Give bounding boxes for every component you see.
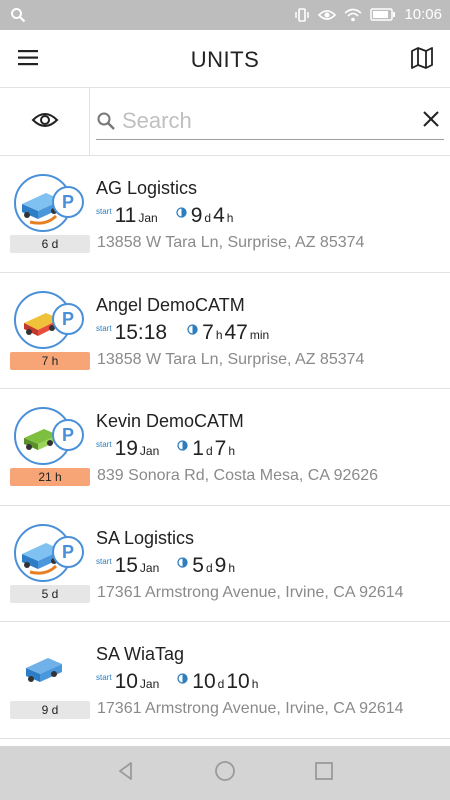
duration-2-unit: h (251, 677, 259, 691)
start-value: 11 (114, 204, 137, 227)
duration-1-unit: d (205, 560, 213, 575)
duration-1-unit: h (215, 327, 223, 342)
home-icon[interactable] (214, 760, 236, 787)
unit-name: Angel DemoCATM (96, 294, 245, 315)
start-value: 15 (114, 553, 138, 577)
status-bar: 10:06 (0, 0, 450, 30)
duration-2-value: 4 (213, 204, 225, 227)
app-bar: UNITS (0, 30, 450, 88)
duration-icon (187, 323, 198, 335)
duration-2-unit: h (226, 211, 234, 225)
back-icon[interactable] (116, 761, 136, 786)
unit-times: start 10 Jan 10 d 10 h (96, 670, 258, 696)
start-value: 10 (114, 670, 138, 693)
start-unit: Jan (138, 211, 158, 225)
duration-2-value: 10 (226, 670, 250, 693)
units-list: P6 d AG Logistics start 11 Jan 9 d 4 h 13858 W Ta… (0, 156, 450, 746)
start-unit: Jan (139, 560, 160, 575)
duration-1-value: 5 (192, 553, 204, 577)
unit-address: 13858 W Tara Ln, Surprise, AZ 85374 (97, 234, 365, 251)
unit-times: start 19 Jan 1 d 7 h (96, 437, 235, 463)
wifi-icon (344, 8, 362, 22)
list-item[interactable]: P 6 d AG Logistics start 11 Jan 9 d 4 h 13858 W Ta… (0, 156, 450, 273)
unit-times: start 11 Jan 9 d 4 h (96, 204, 233, 230)
status-badge: 9 d (10, 701, 90, 719)
unit-avatar: P (14, 523, 84, 582)
duration-1-value: 7 (202, 320, 214, 344)
start-label: start (96, 673, 112, 682)
duration-1-value: 9 (190, 204, 203, 227)
search-input[interactable] (122, 106, 412, 136)
status-badge: 21 h (10, 468, 90, 486)
unit-times: start 15:18 7 h 47 min (96, 321, 269, 347)
system-nav-bar (0, 746, 450, 800)
eye-icon (318, 8, 337, 22)
duration-icon (176, 207, 187, 218)
list-item[interactable]: P 7 h Angel DemoCATM start 15:18 7 h 47 min 13858… (0, 272, 450, 389)
unit-avatar: P (14, 290, 84, 349)
unit-address: 839 Sonora Rd, Costa Mesa, CA 92626 (97, 467, 379, 484)
unit-name: SA WiaTag (96, 644, 185, 664)
unit-address: 13858 W Tara Ln, Surprise, AZ 85374 (97, 350, 365, 368)
unit-name: AG Logistics (96, 178, 198, 198)
parking-icon: P (52, 186, 84, 218)
unit-avatar (14, 640, 76, 698)
unit-times: start 15 Jan 5 d 9 h (96, 554, 235, 580)
blue-van-icon (14, 640, 72, 698)
duration-2-unit: h (228, 444, 236, 458)
start-value: 19 (114, 437, 138, 460)
battery-icon (370, 8, 396, 21)
status-time: 10:06 (404, 6, 442, 23)
start-unit: Jan (139, 444, 160, 458)
duration-icon (177, 673, 188, 684)
start-label: start (96, 323, 112, 333)
duration-icon (177, 556, 188, 568)
duration-icon (177, 440, 188, 451)
status-badge: 6 d (10, 235, 90, 253)
page-title: UNITS (190, 47, 260, 72)
duration-2-unit: h (228, 560, 236, 575)
start-value: 15:18 (114, 320, 168, 344)
unit-address: 17361 Armstrong Avenue, Irvine, CA 92614 (97, 700, 404, 717)
duration-1-unit: d (205, 444, 213, 458)
list-item[interactable]: P 5 d SA Logistics start 15 Jan 5 d 9 h 17361 Arms… (0, 505, 450, 622)
eye-icon (31, 110, 59, 135)
close-icon[interactable] (422, 110, 440, 133)
duration-2-unit: min (249, 327, 270, 342)
list-item[interactable]: P 21 h Kevin DemoCATM start 19 Jan 1 d 7 h 839 Son… (0, 389, 450, 506)
parking-icon: P (52, 302, 84, 335)
parking-icon: P (52, 419, 84, 451)
unit-name: Kevin DemoCATM (96, 411, 244, 431)
status-badge: 5 d (10, 584, 90, 603)
unit-avatar: P (14, 174, 84, 232)
unit-name: SA Logistics (96, 527, 195, 548)
visibility-toggle-button[interactable] (0, 88, 90, 156)
duration-2-value: 7 (214, 437, 227, 460)
duration-1-value: 10 (192, 670, 216, 693)
search-icon (96, 111, 116, 136)
list-item[interactable]: 9 d SA WiaTag start 10 Jan 10 d 10 h 17361 Armstr… (0, 622, 450, 739)
parking-icon: P (52, 535, 84, 568)
start-unit: Jan (139, 677, 160, 691)
start-label: start (96, 207, 112, 216)
start-label: start (96, 440, 112, 449)
search-field (96, 102, 444, 140)
duration-2-value: 9 (214, 553, 227, 577)
search-row (0, 88, 450, 156)
unit-address: 17361 Armstrong Avenue, Irvine, CA 92614 (97, 583, 404, 601)
duration-1-unit: d (217, 677, 225, 691)
duration-1-value: 1 (192, 437, 204, 460)
start-label: start (96, 556, 112, 566)
map-icon[interactable] (410, 46, 436, 72)
vibrate-icon (294, 7, 310, 23)
search-icon (10, 7, 26, 23)
duration-2-value: 47 (224, 320, 248, 344)
status-badge: 7 h (10, 351, 90, 370)
recents-icon[interactable] (314, 761, 334, 786)
duration-1-unit: d (204, 211, 212, 225)
unit-avatar: P (14, 407, 84, 465)
